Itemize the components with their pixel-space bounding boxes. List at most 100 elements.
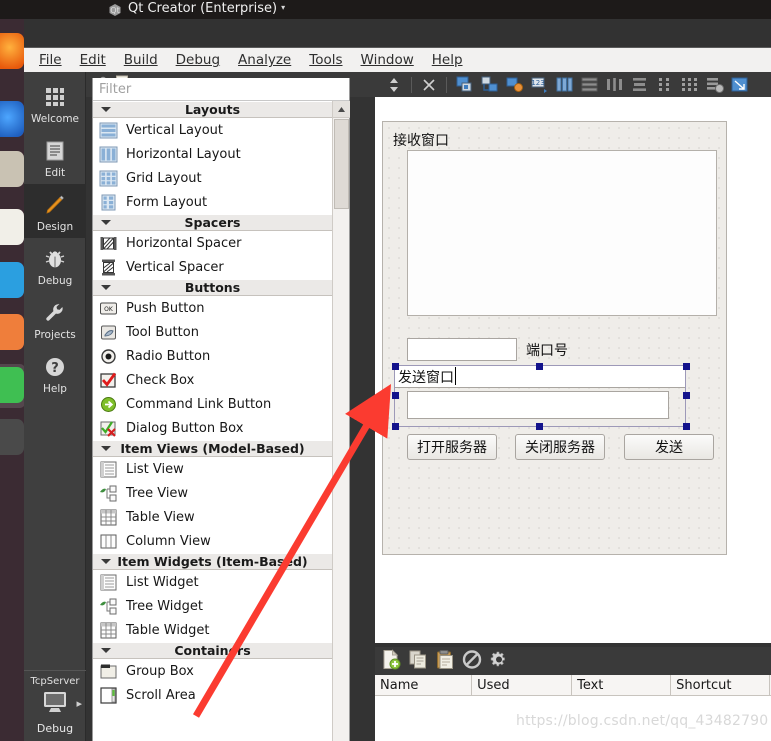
widget-item-label: Table Widget — [126, 622, 210, 638]
close-x-icon[interactable] — [418, 74, 440, 95]
scroll-up-arrow-icon[interactable] — [333, 101, 350, 118]
menu-tools[interactable]: Tools — [300, 50, 351, 70]
selection-handle-top-right[interactable] — [683, 363, 690, 370]
sidebar-item-debug[interactable]: Debug — [24, 238, 86, 292]
edit-signals-slots-icon[interactable] — [478, 74, 500, 95]
port-number-label[interactable]: 端口号 — [526, 340, 568, 360]
column-header-text[interactable]: Text — [572, 675, 672, 695]
widget-category-item-views[interactable]: Item Views (Model-Based) — [93, 440, 332, 457]
edit-settings-gear-icon[interactable] — [489, 649, 509, 674]
widget-item-horizontal-spacer[interactable]: Horizontal Spacer — [93, 231, 332, 255]
sidebar-item-projects[interactable]: Projects — [24, 292, 86, 346]
launcher-icon-calc[interactable] — [0, 262, 24, 298]
selection-handle-top-left[interactable] — [392, 363, 399, 370]
widget-category-spacers[interactable]: Spacers — [93, 214, 332, 231]
layout-splitter-horizontal-icon[interactable] — [603, 74, 625, 95]
column-header-name[interactable]: Name — [375, 675, 473, 695]
edit-tab-order-icon[interactable]: 123 — [528, 74, 550, 95]
column-header-used[interactable]: Used — [472, 675, 573, 695]
widget-item-grid-layout[interactable]: Grid Layout — [93, 166, 332, 190]
desktop-launcher-dock[interactable] — [0, 19, 25, 741]
svg-text:?: ? — [51, 361, 59, 376]
delete-forbidden-icon[interactable] — [462, 649, 482, 674]
widget-item-push-button[interactable]: OK Push Button — [93, 296, 332, 320]
widget-item-dialog-button-box[interactable]: Dialog Button Box — [93, 416, 332, 440]
widget-item-vertical-spacer[interactable]: Vertical Spacer — [93, 255, 332, 279]
kit-selector[interactable]: TcpServer ▸ Debug — [24, 670, 86, 741]
widget-box-list[interactable]: Layouts Vertical Layout Horizontal Layou… — [93, 101, 332, 741]
widget-item-group-box[interactable]: Group Box — [93, 659, 332, 683]
widget-item-vertical-layout[interactable]: Vertical Layout — [93, 118, 332, 142]
widget-item-table-view[interactable]: Table View — [93, 505, 332, 529]
selection-handle-middle-left[interactable] — [392, 392, 399, 399]
widget-item-list-view[interactable]: List View — [93, 457, 332, 481]
selection-handle-bottom-left[interactable] — [392, 423, 399, 430]
widget-item-tree-widget[interactable]: Tree Widget — [93, 594, 332, 618]
launcher-icon-impress[interactable] — [0, 314, 24, 350]
updown-arrows-icon[interactable] — [383, 74, 405, 95]
launcher-icon-browser[interactable] — [0, 101, 24, 137]
sidebar-item-help[interactable]: ? Help — [24, 346, 86, 400]
layout-splitter-vertical-icon[interactable] — [628, 74, 650, 95]
receive-window-label[interactable]: 接收窗口 — [393, 130, 449, 150]
widget-box-scrollbar[interactable] — [332, 101, 350, 741]
open-server-button[interactable]: 打开服务器 — [407, 434, 497, 460]
launcher-icon-qtcreator[interactable] — [0, 367, 24, 403]
widget-item-horizontal-layout[interactable]: Horizontal Layout — [93, 142, 332, 166]
panel-app-title[interactable]: Qt Creator (Enterprise) ▾ — [128, 1, 285, 16]
form-preview-widget[interactable]: 接收窗口 端口号 发送窗口 打开服务器 关闭服务器 发送 — [382, 121, 727, 555]
launcher-icon-writer[interactable] — [0, 209, 24, 245]
adjust-size-icon[interactable] — [728, 74, 750, 95]
widget-category-item-widgets[interactable]: Item Widgets (Item-Based) — [93, 553, 332, 570]
menu-file[interactable]: File — [30, 50, 71, 70]
copy-icon[interactable] — [408, 649, 428, 674]
widget-box-filter[interactable]: Filter — [93, 78, 349, 101]
menu-build[interactable]: Build — [115, 50, 167, 70]
widget-item-tool-button[interactable]: Tool Button — [93, 320, 332, 344]
widget-category-buttons[interactable]: Buttons — [93, 279, 332, 296]
layout-horizontally-icon[interactable] — [553, 74, 575, 95]
menu-window[interactable]: Window — [352, 50, 423, 70]
selection-handle-bottom-center[interactable] — [536, 423, 543, 430]
widget-category-containers[interactable]: Containers — [93, 642, 332, 659]
paste-icon[interactable] — [435, 649, 455, 674]
selection-handle-top-center[interactable] — [536, 363, 543, 370]
edit-buddies-icon[interactable] — [503, 74, 525, 95]
widget-item-tree-view[interactable]: Tree View — [93, 481, 332, 505]
widget-item-radio-button[interactable]: Radio Button — [93, 344, 332, 368]
layout-form-icon[interactable] — [653, 74, 675, 95]
menu-debug[interactable]: Debug — [167, 50, 229, 70]
selection-handle-middle-right[interactable] — [683, 392, 690, 399]
widget-item-label: Column View — [126, 533, 211, 549]
widget-category-layouts[interactable]: Layouts — [93, 101, 332, 118]
scrollbar-thumb[interactable] — [334, 119, 349, 209]
launcher-icon-files[interactable] — [0, 151, 24, 187]
menu-analyze[interactable]: Analyze — [229, 50, 300, 70]
sidebar-item-design[interactable]: Design — [24, 184, 86, 238]
launcher-icon-terminal[interactable] — [0, 419, 24, 455]
form-editor-canvas[interactable]: 接收窗口 端口号 发送窗口 打开服务器 关闭服务器 发送 — [375, 97, 771, 643]
column-header-shortcut[interactable]: Shortcut — [671, 675, 771, 695]
receive-text-edit[interactable] — [407, 150, 717, 316]
new-action-icon[interactable] — [381, 648, 401, 674]
port-line-edit[interactable] — [407, 338, 517, 361]
widget-item-table-widget[interactable]: Table Widget — [93, 618, 332, 642]
layout-grid-icon[interactable] — [678, 74, 700, 95]
layout-vertically-icon[interactable] — [578, 74, 600, 95]
break-layout-icon[interactable] — [703, 74, 725, 95]
widget-item-column-view[interactable]: Column View — [93, 529, 332, 553]
menu-help[interactable]: Help — [423, 50, 472, 70]
sidebar-item-edit[interactable]: Edit — [24, 130, 86, 184]
selection-handle-bottom-right[interactable] — [683, 423, 690, 430]
send-button[interactable]: 发送 — [624, 434, 714, 460]
widget-item-scroll-area[interactable]: Scroll Area — [93, 683, 332, 707]
edit-widgets-icon[interactable] — [453, 74, 475, 95]
widget-item-check-box[interactable]: Check Box — [93, 368, 332, 392]
widget-item-command-link-button[interactable]: Command Link Button — [93, 392, 332, 416]
close-server-button[interactable]: 关闭服务器 — [515, 434, 605, 460]
sidebar-item-welcome[interactable]: Welcome — [24, 76, 86, 130]
launcher-icon-firefox[interactable] — [0, 33, 24, 69]
menu-edit[interactable]: Edit — [71, 50, 115, 70]
widget-item-list-widget[interactable]: List Widget — [93, 570, 332, 594]
widget-item-form-layout[interactable]: Form Layout — [93, 190, 332, 214]
